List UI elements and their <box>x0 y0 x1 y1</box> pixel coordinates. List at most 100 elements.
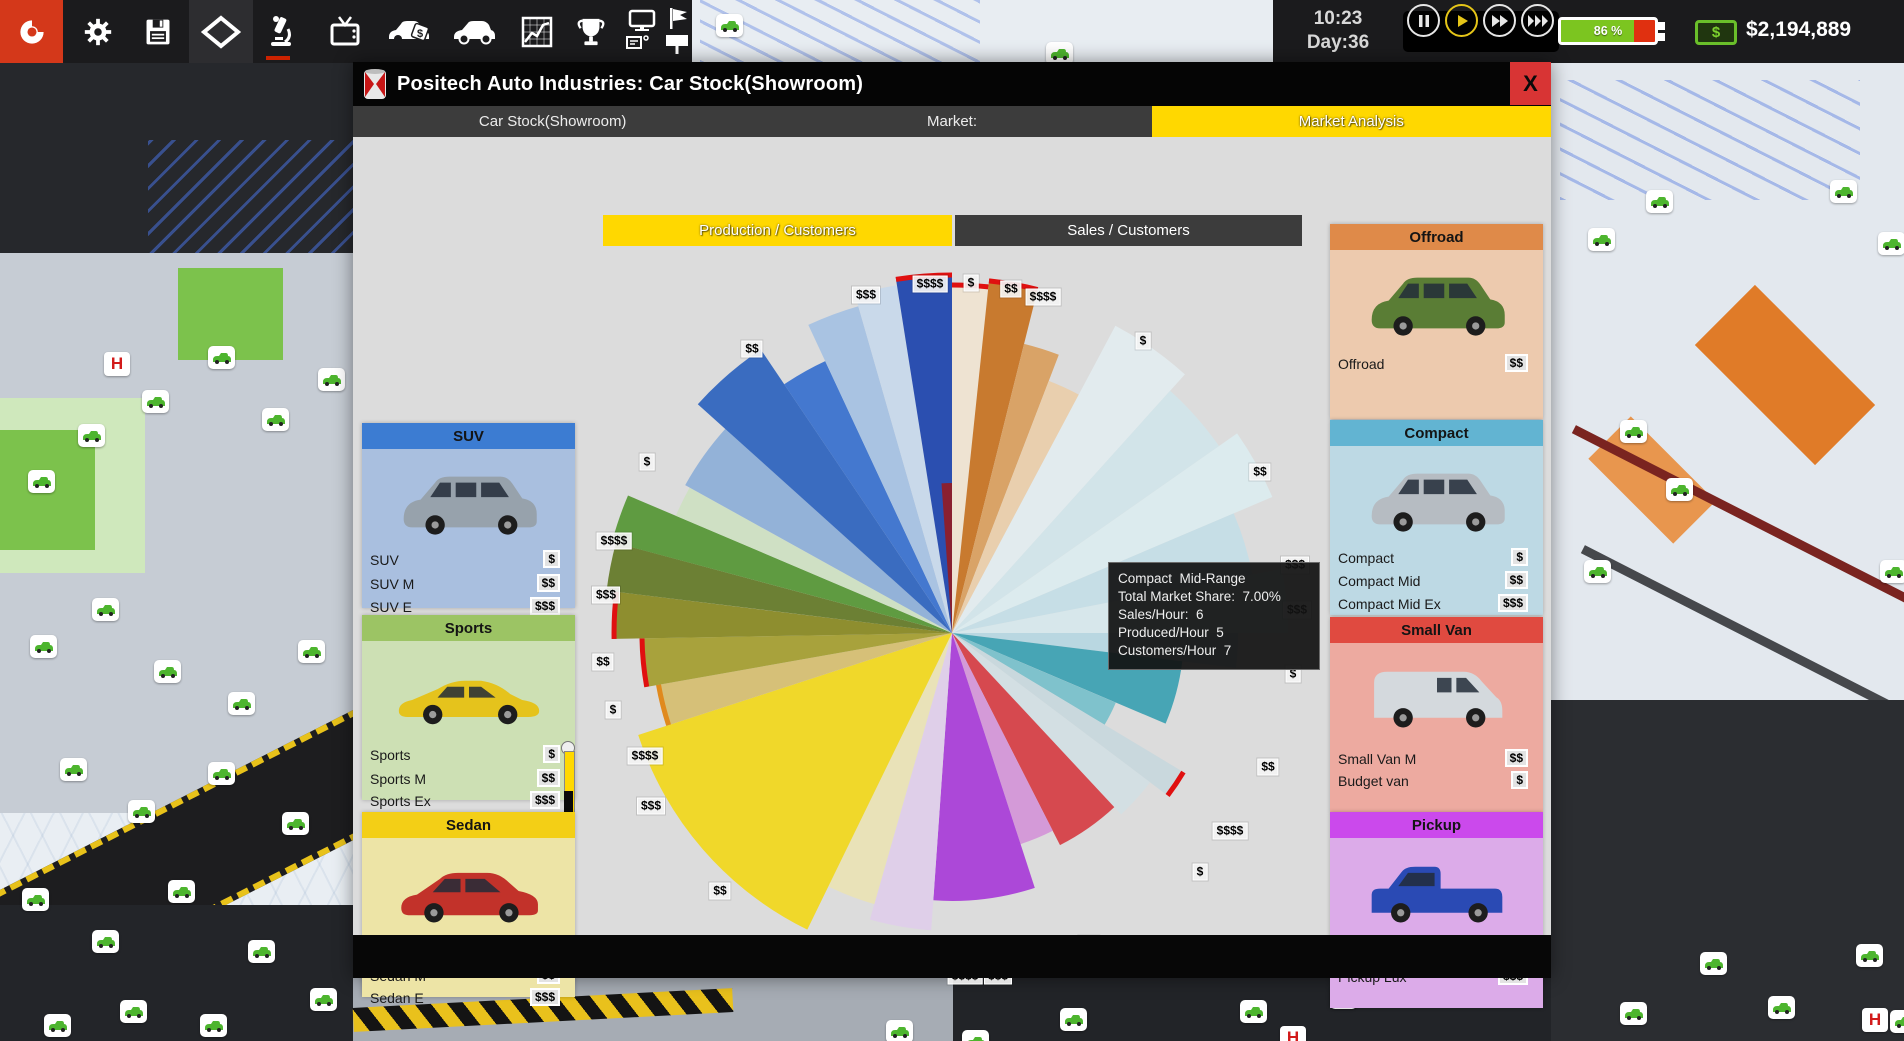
vehicle-status-card[interactable] <box>128 800 155 823</box>
model-name[interactable]: Compact Mid <box>1338 573 1420 589</box>
vehicle-status-card[interactable] <box>1878 232 1904 255</box>
vehicle-status-card[interactable] <box>262 408 289 431</box>
vehicle-status-card[interactable] <box>318 368 345 391</box>
vehicle-status-card[interactable] <box>716 14 743 37</box>
vehicle-status-card[interactable] <box>1666 478 1693 501</box>
vehicle-status-card[interactable] <box>200 1014 227 1037</box>
vehicle-status-card[interactable] <box>282 812 309 835</box>
battery-terminal <box>1658 22 1665 30</box>
model-name[interactable]: Sedan E <box>370 990 424 1006</box>
green-car-icon <box>720 20 740 32</box>
vehicle-status-card[interactable] <box>1060 1008 1087 1031</box>
green-car-icon <box>204 1020 224 1032</box>
small-van-image <box>1362 661 1512 731</box>
hire-marker-card[interactable]: H <box>1280 1026 1306 1041</box>
vehicle-status-card[interactable] <box>208 762 235 785</box>
vehicle-status-card[interactable] <box>78 424 105 447</box>
model-name[interactable]: Compact Mid Ex <box>1338 596 1441 612</box>
vehicle-status-card[interactable] <box>1620 420 1647 443</box>
vehicle-status-card[interactable] <box>886 1020 913 1041</box>
tab-market-analysis[interactable]: Market Analysis <box>1152 106 1551 137</box>
scrollbar-thumb[interactable] <box>564 791 573 814</box>
vehicle-status-card[interactable] <box>310 988 337 1011</box>
vehicle-status-card[interactable] <box>168 880 195 903</box>
vehicle-status-card[interactable] <box>298 640 325 663</box>
fastest-forward-button[interactable] <box>1521 4 1554 37</box>
model-name[interactable]: SUV E <box>370 599 412 615</box>
vehicle-status-card[interactable] <box>228 692 255 715</box>
signage-button[interactable] <box>662 0 692 63</box>
vehicle-status-card[interactable] <box>92 598 119 621</box>
vehicle-status-card[interactable] <box>1880 560 1904 583</box>
vehicle-status-card[interactable] <box>120 1000 147 1023</box>
price-badge: $ <box>606 702 621 719</box>
vehicle-status-card[interactable] <box>1240 1000 1267 1023</box>
research-button[interactable] <box>263 0 299 63</box>
price-badge: $ <box>640 454 655 471</box>
close-button[interactable]: X <box>1510 62 1551 105</box>
price-badge: $$ <box>1505 571 1528 589</box>
vehicle-status-card[interactable] <box>60 758 87 781</box>
vehicle-status-card[interactable] <box>1856 944 1883 967</box>
green-car-icon <box>212 352 232 364</box>
vehicle-status-card[interactable] <box>1588 228 1615 251</box>
model-name[interactable]: Compact <box>1338 550 1394 566</box>
vehicle-status-card[interactable] <box>962 1030 989 1041</box>
expand-view-button[interactable] <box>189 0 253 63</box>
vehicle-status-card[interactable] <box>1584 560 1611 583</box>
pause-button[interactable] <box>1407 4 1440 37</box>
vehicle-status-card[interactable] <box>1646 190 1673 213</box>
vehicle-status-card[interactable] <box>208 346 235 369</box>
model-name[interactable]: Sports M <box>370 771 426 787</box>
model-name[interactable]: SUV M <box>370 576 414 592</box>
car-sales-button[interactable]: $ <box>386 0 434 63</box>
green-car-icon <box>1834 186 1854 198</box>
vehicle-status-card[interactable] <box>1830 180 1857 203</box>
hire-marker-card[interactable]: H <box>104 352 130 376</box>
green-car-icon <box>1704 958 1724 970</box>
price-badge: $$ <box>537 769 560 787</box>
displays-monitor-icon <box>624 9 660 55</box>
panel-small-van: Small Van Small Van M $$ Budget van $ <box>1330 617 1543 812</box>
displays-button[interactable] <box>622 0 662 63</box>
tab-car-stock[interactable]: Car Stock(Showroom) <box>353 106 752 137</box>
vehicle-status-card[interactable] <box>1890 1010 1904 1033</box>
green-car-icon <box>322 374 342 386</box>
model-name[interactable]: Budget van <box>1338 773 1409 789</box>
time-text: 10:23 <box>1277 7 1399 31</box>
vehicle-status-card[interactable] <box>28 470 55 493</box>
vehicle-status-card[interactable] <box>1700 952 1727 975</box>
save-button[interactable] <box>140 0 176 63</box>
vehicle-status-card[interactable] <box>44 1014 71 1037</box>
model-name[interactable]: Sports <box>370 747 410 763</box>
vehicle-status-card[interactable] <box>248 940 275 963</box>
vehicle-status-card[interactable] <box>154 660 181 683</box>
panel-sports: Sports Sports $ Sports M $$ Sports Ex $$… <box>362 615 575 800</box>
vehicle-status-card[interactable] <box>1768 996 1795 1019</box>
stats-button[interactable] <box>518 0 556 63</box>
vehicle-status-card[interactable] <box>142 390 169 413</box>
vehicle-status-card[interactable] <box>92 930 119 953</box>
hire-marker-card[interactable]: H <box>1862 1008 1888 1032</box>
car-design-button[interactable] <box>450 0 498 63</box>
price-badge: $ <box>1511 771 1528 789</box>
marketing-button[interactable] <box>326 0 366 63</box>
fast-forward-button[interactable] <box>1483 4 1516 37</box>
play-button[interactable] <box>1445 4 1478 37</box>
price-badge: $$ <box>1249 464 1270 481</box>
market-dialog: Positech Auto Industries: Car Stock(Show… <box>353 62 1551 978</box>
fastest-forward-icon <box>1527 14 1549 28</box>
vehicle-status-card[interactable] <box>1620 1002 1647 1025</box>
green-car-icon <box>1050 48 1070 60</box>
model-name[interactable]: Sports Ex <box>370 793 431 809</box>
panel-suv: SUV SUV $ SUV M $$ SUV E $$$ <box>362 423 575 608</box>
tab-market[interactable]: Market: <box>752 106 1151 137</box>
achievements-button[interactable] <box>572 0 610 63</box>
model-name[interactable]: Offroad <box>1338 356 1384 372</box>
settings-button[interactable] <box>80 0 116 63</box>
positech-logo-button[interactable] <box>0 0 63 63</box>
model-name[interactable]: Small Van M <box>1338 751 1416 767</box>
vehicle-status-card[interactable] <box>30 635 57 658</box>
model-name[interactable]: SUV <box>370 552 399 568</box>
vehicle-status-card[interactable] <box>22 888 49 911</box>
